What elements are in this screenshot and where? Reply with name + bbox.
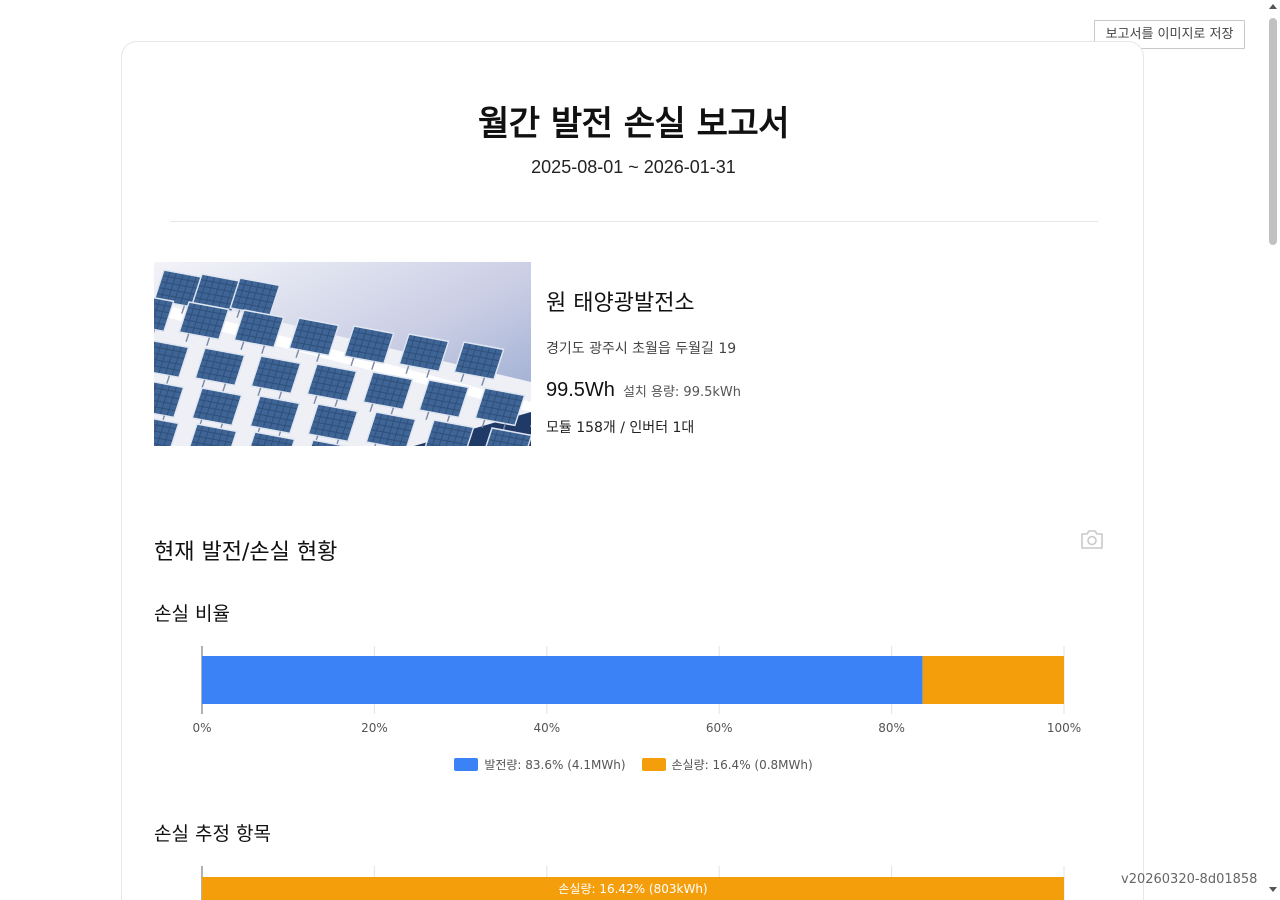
legend-swatch-generation: [454, 758, 479, 771]
x-tick-label: 0%: [192, 721, 211, 735]
plant-photo: [154, 262, 531, 446]
bar-segment[interactable]: [922, 656, 1064, 704]
legend-swatch-loss: [641, 758, 666, 771]
plant-capacity-row: 99.5Wh 설치 용량: 99.5kWh: [546, 379, 741, 402]
plant-modules: 모듈 158개 / 인버터 1대: [546, 420, 695, 436]
scrollbar[interactable]: [1266, 0, 1280, 900]
plant-name: 원 태양광발전소: [546, 291, 695, 316]
header-divider: [170, 221, 1098, 222]
loss-ratio-chart: 0% 20% 40% 60% 80% 100%: [192, 646, 1081, 735]
legend-item-loss[interactable]: 손실량: 16.4% (0.8MWh): [641, 756, 813, 773]
loss-ratio-legend: 발전량: 83.6% (4.1MWh) 손실량: 16.4% (0.8MWh): [122, 756, 1145, 773]
version-label: v20260320-8d01858: [1121, 872, 1258, 887]
scroll-down-arrow-icon[interactable]: [1269, 887, 1277, 892]
legend-label-loss: 손실량: 16.4% (0.8MWh): [671, 758, 813, 772]
solar-panels-illustration: [154, 262, 531, 446]
scroll-up-arrow-icon[interactable]: [1269, 4, 1277, 9]
plant-installed-capacity: 설치 용량: 99.5kWh: [622, 385, 741, 400]
x-tick-label: 80%: [878, 721, 905, 735]
plant-address: 경기도 광주시 초월읍 두월길 19: [546, 341, 737, 357]
section-title: 현재 발전/손실 현황: [154, 540, 338, 565]
loss-items-chart: 손실량: 16.42% (803kWh): [201, 866, 1065, 900]
x-tick-label: 20%: [361, 721, 388, 735]
x-tick-label: 100%: [1047, 721, 1081, 735]
scroll-thumb[interactable]: [1269, 18, 1277, 245]
report-title: 월간 발전 손실 보고서: [477, 104, 790, 144]
report-period: 2025-08-01 ~ 2026-01-31: [531, 157, 736, 177]
loss-ratio-title: 손실 비율: [154, 603, 230, 625]
viewport: 보고서를 이미지로 저장 월간 발전 손실 보고서 2025-08-01 ~ 2…: [0, 0, 1280, 900]
report-card: 월간 발전 손실 보고서 2025-08-01 ~ 2026-01-31 원 태…: [121, 41, 1144, 900]
loss-items-title: 손실 추정 항목: [154, 823, 271, 845]
x-tick-label: 40%: [533, 721, 560, 735]
plant-capacity: 99.5Wh: [546, 379, 615, 401]
legend-label-generation: 발전량: 83.6% (4.1MWh): [484, 758, 626, 772]
legend-item-generation[interactable]: 발전량: 83.6% (4.1MWh): [454, 756, 626, 773]
x-tick-label: 60%: [706, 721, 733, 735]
bar-data-label: 손실량: 16.42% (803kWh): [558, 882, 707, 896]
bar-segment[interactable]: [202, 656, 923, 704]
camera-icon[interactable]: [1080, 528, 1104, 550]
